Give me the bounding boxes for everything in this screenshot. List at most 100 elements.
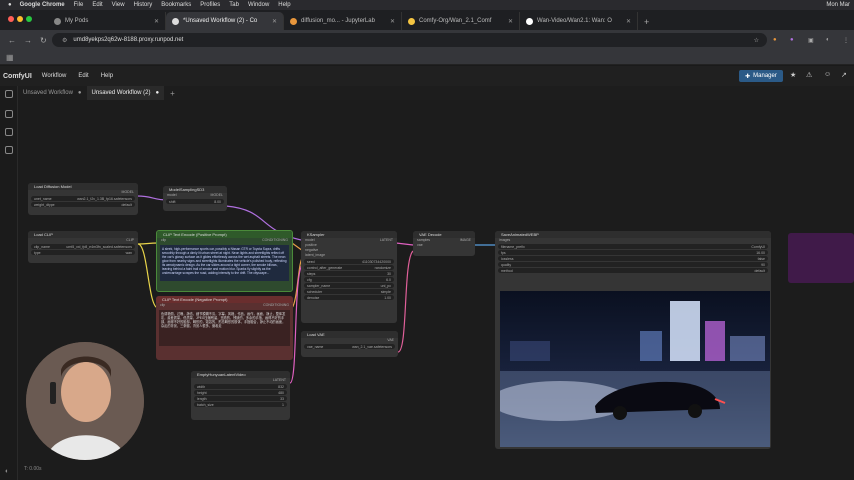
shift-widget[interactable]: shift 8.00: [166, 199, 224, 204]
menu-edit[interactable]: Edit: [78, 73, 88, 79]
unsaved-dot-icon[interactable]: ●: [155, 90, 159, 96]
menu-edit[interactable]: Edit: [92, 2, 102, 8]
width-widget[interactable]: width 832: [194, 384, 287, 389]
node-canvas[interactable]: Load Diffusion Model MODEL unet_name wan2…: [18, 100, 854, 480]
manager-button[interactable]: ✚ Manager: [739, 70, 783, 82]
menu-workflow[interactable]: Workflow: [42, 73, 67, 79]
menu-help[interactable]: Help: [101, 73, 113, 79]
menu-view[interactable]: View: [112, 2, 125, 8]
node-library-icon[interactable]: [5, 110, 13, 118]
clip-name-widget[interactable]: clip_name umt5_xxl_fp8_e4m3fn_scaled.safe…: [31, 244, 135, 249]
output-preview-image[interactable]: [500, 291, 770, 447]
site-info-icon[interactable]: ⚙: [62, 37, 67, 44]
back-icon[interactable]: ←: [8, 36, 16, 45]
queue-icon[interactable]: ⚠: [806, 71, 812, 79]
filename-prefix-widget[interactable]: filename_prefix ComfyUI: [498, 244, 768, 249]
empty-hunyuan-latent-video-node[interactable]: EmptyHunyuanLatentVideo LATENT width 832 …: [191, 371, 290, 420]
menu-tab[interactable]: Tab: [229, 2, 239, 8]
extension-icon[interactable]: ●: [790, 37, 794, 43]
browser-tab-active[interactable]: *Unsaved Workflow (2) - Co ✕: [166, 12, 284, 30]
url-field[interactable]: ⚙ umd8yekps2q62w-8188.proxy.runpod.net ☆: [52, 33, 767, 47]
browser-tab[interactable]: Wan-Video/Wan2.1: Wan: O ✕: [520, 12, 638, 30]
reload-icon[interactable]: ↻: [40, 36, 47, 45]
positive-prompt-textarea[interactable]: A sleek, high-performance sports car, po…: [160, 245, 289, 281]
length-widget[interactable]: length 33: [194, 396, 287, 401]
close-tab-icon[interactable]: ✕: [272, 18, 277, 25]
apps-grid-icon[interactable]: ▦: [6, 53, 14, 62]
clip-wire: [137, 242, 159, 245]
more-menu-icon[interactable]: ⋮: [843, 37, 849, 44]
close-tab-icon[interactable]: ✕: [154, 18, 159, 25]
close-tab-icon[interactable]: ✕: [508, 18, 513, 25]
maximize-window-icon[interactable]: [26, 16, 32, 22]
browser-tab[interactable]: diffusion_mo... - JupyterLab ✕: [284, 12, 402, 30]
unet-name-widget[interactable]: unet_name wan2.1_t2v_1.3B_fp16.safetensor…: [31, 196, 135, 201]
menu-profiles[interactable]: Profiles: [200, 2, 220, 8]
forward-icon[interactable]: →: [24, 36, 32, 45]
new-tab-icon[interactable]: +: [644, 17, 649, 27]
load-vae-node[interactable]: Load VAE VAE vae_name wan_2.1_vae.safeten…: [301, 331, 398, 357]
minimize-window-icon[interactable]: [17, 16, 23, 22]
star-icon[interactable]: ★: [790, 71, 796, 79]
node-output: CLIP: [28, 238, 138, 243]
vae-name-widget[interactable]: vae_name wan_2.1_vae.safetensors: [304, 344, 395, 349]
cfg-widget[interactable]: cfg 6.0: [304, 277, 394, 282]
fps-widget[interactable]: fps 16.00: [498, 250, 768, 255]
user-icon[interactable]: ☺: [824, 71, 831, 78]
share-icon[interactable]: ↗: [841, 71, 847, 79]
add-workflow-icon[interactable]: +: [170, 89, 175, 98]
menu-file[interactable]: File: [74, 2, 84, 8]
weight-dtype-widget[interactable]: weight_dtype default: [31, 202, 135, 207]
clip-text-encode-positive-node[interactable]: CLIP Text Encode (Positive Prompt) clip C…: [156, 230, 293, 292]
steps-widget[interactable]: steps 30: [304, 271, 394, 276]
bookmark-star-icon[interactable]: ☆: [754, 37, 759, 44]
negative-prompt-textarea[interactable]: 色调艳丽，过曝，静态，细节模糊不清，字幕，风格，作品，画作，画面，静止，整体发灰…: [159, 310, 290, 346]
output-label: CONDITIONING: [263, 303, 289, 307]
sampler-name-widget[interactable]: sampler_name uni_pc: [304, 283, 394, 288]
close-tab-icon[interactable]: ✕: [390, 18, 395, 25]
extension-icon[interactable]: ●: [773, 37, 777, 43]
vae-decode-node[interactable]: VAE Decode samples IMAGE vae: [413, 231, 475, 256]
scheduler-widget[interactable]: scheduler simple: [304, 289, 394, 294]
model-sampling-node[interactable]: ModelSamplingSD3 model MODEL shift 8.00: [163, 186, 227, 211]
collapsed-group[interactable]: [788, 233, 854, 283]
close-tab-icon[interactable]: ●: [78, 90, 82, 96]
ksampler-node[interactable]: KSampler model LATENT positive negative l…: [301, 231, 397, 323]
browser-tab[interactable]: My Pods ✕: [48, 12, 166, 30]
menu-window[interactable]: Window: [248, 2, 269, 8]
model-library-icon[interactable]: [5, 128, 13, 136]
browser-tab[interactable]: Comfy-Org/Wan_2.1_Comf ✕: [402, 12, 520, 30]
load-diffusion-model-node[interactable]: Load Diffusion Model MODEL unet_name wan2…: [28, 183, 138, 215]
workflows-icon[interactable]: [5, 146, 13, 154]
load-clip-node[interactable]: Load CLIP CLIP clip_name umt5_xxl_fp8_e4m…: [28, 231, 138, 263]
extensions-puzzle-icon[interactable]: ▣: [808, 37, 814, 44]
theme-toggle-icon[interactable]: ◐: [5, 468, 9, 475]
menu-help[interactable]: Help: [278, 2, 290, 8]
widget-label: scheduler: [307, 289, 323, 294]
history-icon[interactable]: [5, 90, 13, 98]
huggingface-favicon-icon: [408, 17, 415, 25]
control-after-generate-widget[interactable]: control_after_generate randomize: [304, 265, 394, 270]
apple-icon[interactable]: ●: [8, 2, 12, 8]
close-window-icon[interactable]: [8, 16, 14, 22]
profile-icon[interactable]: ◐: [826, 37, 830, 43]
widget-label: filename_prefix: [501, 244, 525, 249]
menu-bookmarks[interactable]: Bookmarks: [161, 2, 191, 8]
batch-size-widget[interactable]: batch_size 1: [194, 402, 287, 407]
lossless-widget[interactable]: lossless false: [498, 256, 768, 261]
workflow-tab-active[interactable]: Unsaved Workflow (2) ●: [86, 86, 165, 100]
denoise-widget[interactable]: denoise 1.00: [304, 295, 394, 300]
app-name[interactable]: Google Chrome: [20, 2, 65, 8]
clip-text-encode-negative-node[interactable]: CLIP Text Encode (Negative Prompt) clip C…: [156, 296, 293, 360]
seed-widget[interactable]: seed 411030734420000: [304, 259, 394, 264]
comfy-logo[interactable]: ComfyUI: [3, 73, 32, 80]
close-tab-icon[interactable]: ✕: [626, 18, 631, 25]
widget-label: steps: [307, 271, 316, 276]
height-widget[interactable]: height 480: [194, 390, 287, 395]
quality-widget[interactable]: quality 90: [498, 262, 768, 267]
menu-history[interactable]: History: [134, 2, 153, 8]
type-widget[interactable]: type wan: [31, 250, 135, 255]
method-widget[interactable]: method default: [498, 268, 768, 273]
workflow-tab[interactable]: Unsaved Workflow ●: [18, 90, 87, 96]
node-input: latent_image: [301, 253, 397, 258]
